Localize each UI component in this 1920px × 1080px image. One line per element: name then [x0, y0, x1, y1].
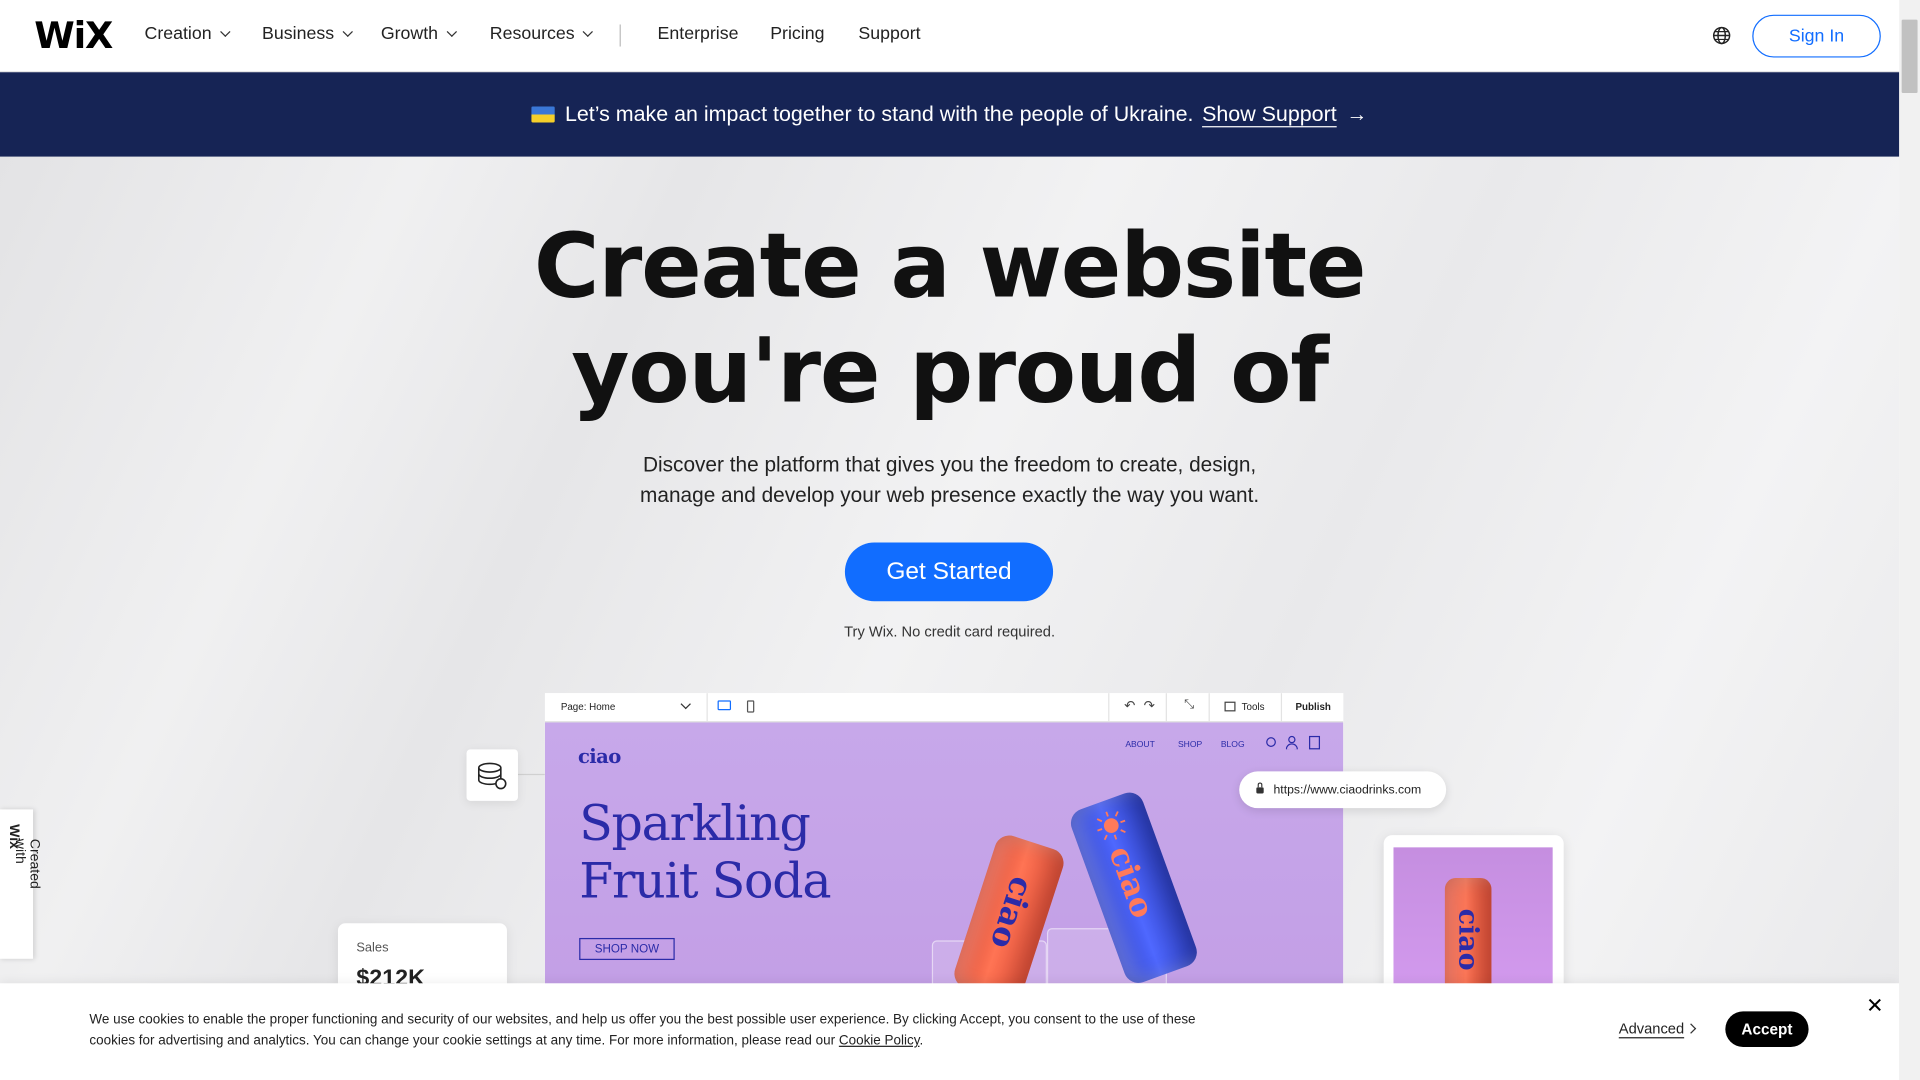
redo-icon[interactable]: ↷: [1144, 698, 1155, 714]
nav-enterprise-label: Enterprise: [657, 24, 739, 45]
toolbar-divider: [1208, 693, 1210, 722]
cookie-suffix: .: [919, 1033, 924, 1049]
can-label: ciao: [1452, 908, 1485, 971]
ukraine-banner: Let’s make an impact together to stand w…: [0, 72, 1900, 157]
nav-business[interactable]: Business: [262, 24, 353, 45]
chevron-down-icon: [219, 26, 231, 38]
desktop-view-icon[interactable]: [717, 700, 732, 711]
ukraine-flag-icon: [531, 106, 556, 123]
cookie-body: We use cookies to enable the proper func…: [89, 1012, 1196, 1049]
can-label: ciao: [1100, 841, 1161, 924]
created-with-wix-tab[interactable]: Created with Wix: [0, 809, 42, 959]
mobile-preview: ciao: [1383, 835, 1564, 1007]
url-bar: https://www.ciaodrinks.com: [1239, 771, 1447, 809]
toolbar-divider: [1108, 693, 1110, 722]
connector-line: [517, 773, 545, 776]
hero-subtitle-line-1: Discover the platform that gives you the…: [642, 453, 1257, 477]
editor-toolbar: Page: Home ↶ ↷ ⤡ Tools Publish: [544, 693, 1344, 723]
nav-pricing[interactable]: Pricing: [770, 24, 824, 44]
nav-divider: [619, 24, 621, 47]
nav-support[interactable]: Support: [858, 24, 920, 44]
nav-resources[interactable]: Resources: [489, 24, 594, 45]
user-icon: [1288, 735, 1296, 744]
scrollbar-thumb[interactable]: [1901, 19, 1918, 94]
created-with-prefix: Created with: [12, 838, 42, 889]
banner-text: Let’s make an impact together to stand w…: [564, 101, 1194, 127]
chevron-down-icon: [446, 26, 457, 38]
hero-title-line-1: Create a website: [533, 214, 1367, 319]
sign-in-button[interactable]: Sign In: [1752, 14, 1881, 58]
cookie-banner: We use cookies to enable the proper func…: [0, 983, 1900, 1080]
show-support-link[interactable]: Show Support: [1202, 102, 1337, 128]
nav-growth-label: Growth: [380, 24, 439, 45]
undo-icon[interactable]: ↶: [1124, 698, 1135, 714]
lock-icon: [1256, 781, 1264, 793]
site-nav-shop: SHOP: [1177, 740, 1203, 750]
chevron-down-icon: [680, 698, 691, 710]
globe-icon[interactable]: [1712, 26, 1732, 46]
site-nav-blog: BLOG: [1220, 740, 1245, 750]
shop-now-button: SHOP NOW: [579, 937, 675, 961]
search-icon: [1266, 737, 1276, 747]
toolbar-divider: [706, 693, 708, 722]
accept-button[interactable]: Accept: [1725, 1011, 1809, 1047]
hero-subtitle: Discover the platform that gives you the…: [0, 449, 1899, 510]
site-preview: ciao ABOUT SHOP BLOG Sparkling Fruit Sod…: [544, 722, 1344, 985]
nav-resources-label: Resources: [489, 24, 575, 45]
hero-title: Create a website you're proud of: [0, 214, 1899, 425]
created-with-wix-text: Created with Wix: [6, 824, 42, 889]
zoom-out-icon[interactable]: ⤡: [1184, 698, 1194, 711]
editor-preview: Page: Home ↶ ↷ ⤡ Tools Publish ciao ABOU…: [544, 693, 1344, 985]
site-headline: Sparkling Fruit Soda: [579, 795, 831, 911]
sun-icon: [1096, 811, 1126, 841]
url-text: https://www.ciaodrinks.com: [1273, 783, 1422, 797]
can-label: ciao: [982, 871, 1040, 954]
chevron-right-icon: [1685, 1023, 1697, 1034]
user-icon-body: [1285, 743, 1298, 750]
nav-creation[interactable]: Creation: [144, 24, 231, 45]
chevron-down-icon: [342, 26, 353, 38]
hero-subtitle-line-2: manage and develop your web presence exa…: [640, 483, 1260, 507]
sales-label: Sales: [356, 940, 389, 956]
cart-icon: [1308, 735, 1321, 750]
get-started-button[interactable]: Get Started: [844, 542, 1054, 602]
database-icon: [477, 762, 507, 790]
ciao-logo: ciao: [577, 744, 621, 768]
nav-growth[interactable]: Growth: [380, 24, 457, 45]
publish-button[interactable]: Publish: [1296, 702, 1331, 713]
database-widget: [466, 749, 518, 801]
site-header: WiX Creation Business Growth Resources E…: [0, 0, 1900, 73]
close-icon[interactable]: ✕: [1866, 994, 1883, 1018]
toolbar-divider: [1165, 693, 1167, 722]
site-headline-line-1: Sparkling: [579, 795, 811, 853]
cookie-text: We use cookies to enable the proper func…: [89, 1010, 1228, 1052]
nav-support-label: Support: [858, 24, 921, 45]
nav-creation-label: Creation: [144, 24, 212, 45]
toolbar-divider: [1280, 693, 1283, 722]
site-headline-line-2: Fruit Soda: [579, 853, 831, 910]
tools-icon[interactable]: [1224, 701, 1236, 712]
nav-enterprise[interactable]: Enterprise: [658, 24, 739, 44]
nav-business-label: Business: [262, 24, 335, 45]
page-selector[interactable]: Page: Home: [561, 702, 615, 713]
page: WiX Creation Business Growth Resources E…: [0, 0, 1920, 1080]
advanced-link[interactable]: Advanced: [1619, 1020, 1684, 1037]
hero-note: Try Wix. No credit card required.: [844, 623, 1056, 641]
chevron-down-icon: [582, 26, 594, 38]
mobile-view-icon[interactable]: [746, 700, 755, 713]
hero-title-line-2: you're proud of: [571, 319, 1329, 424]
cookie-policy-link[interactable]: Cookie Policy: [839, 1033, 920, 1048]
wix-logo[interactable]: WiX: [34, 15, 113, 58]
tools-button[interactable]: Tools: [1242, 702, 1265, 713]
nav-pricing-label: Pricing: [770, 24, 825, 45]
scrollbar-track[interactable]: [1899, 0, 1920, 1080]
site-nav-about: ABOUT: [1125, 740, 1155, 750]
arrow-right-icon[interactable]: →: [1346, 102, 1367, 126]
